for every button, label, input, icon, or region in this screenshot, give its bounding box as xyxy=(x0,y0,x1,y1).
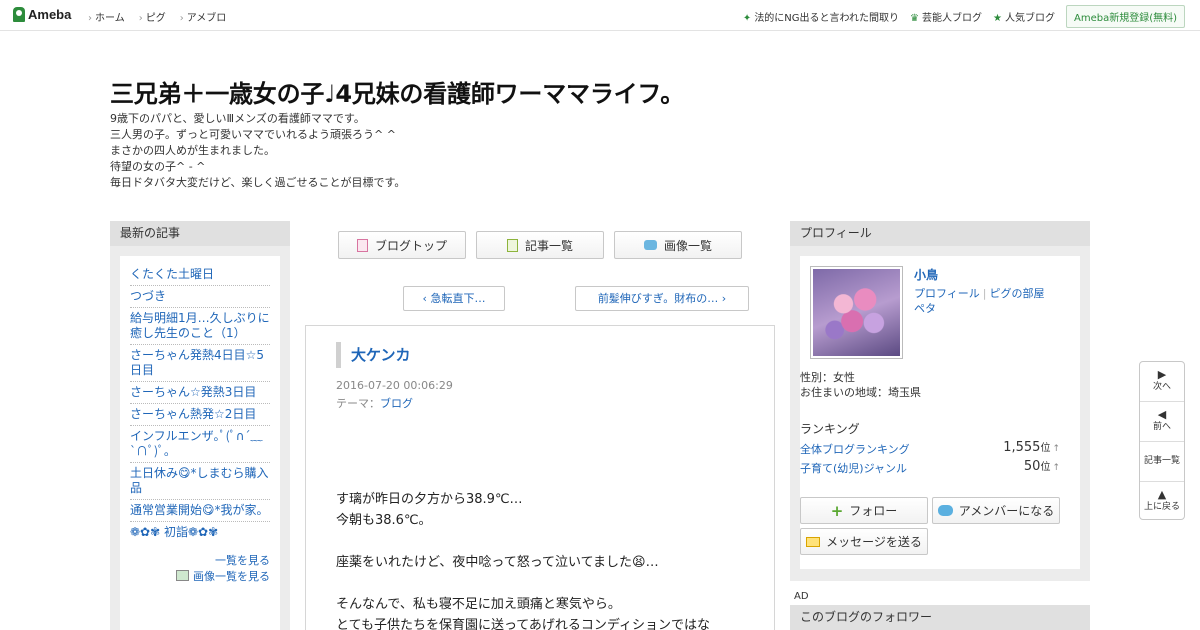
follow-button[interactable]: + フォロー xyxy=(800,497,928,524)
logo-text: Ameba xyxy=(28,7,72,22)
latest-entry[interactable]: 土日休み😋*しまむら購入品 xyxy=(130,463,270,500)
article: 大ケンカ 2016-07-20 00:06:29 テーマ：ブログ す璃が昨日の夕… xyxy=(305,325,775,630)
ranking-row-genre: 子育て(幼児)ジャンル 50位 ↑ xyxy=(800,459,1060,476)
entry-list-button[interactable]: 記事一覧 xyxy=(476,231,604,259)
side-back-to-top-button[interactable]: ▲ 上に戻る xyxy=(1140,482,1184,522)
header-link-celebrity-blog[interactable]: ♛ 芸能人ブログ xyxy=(910,9,982,24)
rank-up-icon: ↑ xyxy=(1052,463,1060,473)
header-link-madori[interactable]: ✦ 法的にNG出ると言われた間取り xyxy=(743,9,899,24)
latest-entries-heading: 最新の記事 xyxy=(110,221,290,246)
profile-heading: プロフィール xyxy=(790,221,1090,246)
nav-pigg[interactable]: ピグ xyxy=(139,9,166,24)
entry-list-link[interactable]: 一覧を見る xyxy=(130,553,270,569)
ranking-row-overall: 全体ブログランキング 1,555位 ↑ xyxy=(800,440,1060,457)
amember-icon xyxy=(937,505,953,516)
latest-entries-more: 一覧を見る 画像一覧を見る xyxy=(130,553,270,585)
amember-button[interactable]: アメンバーになる xyxy=(932,497,1060,524)
latest-entry[interactable]: 給与明細1月…久しぶりに癒し先生のこと（1） xyxy=(130,308,270,345)
triangle-up-icon: ▲ xyxy=(1157,488,1167,501)
triangle-right-icon: ▶ xyxy=(1157,368,1167,381)
profile-region: お住まいの地域：埼玉県 xyxy=(800,386,921,399)
global-header: Ameba ホーム ピグ アメブロ ✦法的にNG出ると言われた間取り ♛芸能人ブ… xyxy=(0,0,1200,31)
blog-top-icon xyxy=(356,238,368,252)
sparkle-icon: ✦ xyxy=(742,13,752,24)
entry-theme: テーマ：ブログ xyxy=(336,397,413,410)
mail-icon xyxy=(806,536,821,547)
entry-date: 2016-07-20 00:06:29 xyxy=(336,379,453,392)
profile-content: 小鳥 プロフィール | ピグの部屋 ペタ 性別：女性 お住まいの地域：埼玉県 ランキ… xyxy=(800,256,1080,569)
image-list-link[interactable]: 画像一覧を見る xyxy=(130,569,270,585)
camera-icon xyxy=(643,240,657,250)
blog-description-text: 9歳下のパパと、愛しいⅢメンズの看護師ママです。 三人男の子。ずっと可愛いママで… xyxy=(110,112,406,189)
floating-side-nav: ▶ 次へ ◀ 前へ 記事一覧 ▲ 上に戻る xyxy=(1139,361,1185,520)
latest-entry[interactable]: インフルエンザ｡ﾟ(ﾟ∩´﹏`∩ﾟ)ﾟ｡ xyxy=(130,426,270,463)
entry-body: す璃が昨日の夕方から38.9℃… 今朝も38.6℃。 座薬をいれたけど、夜中唸っ… xyxy=(336,492,711,630)
next-entry-link[interactable]: 前髪伸びすぎ。財布の… › xyxy=(575,286,749,311)
latest-entry[interactable]: さーちゃん☆発熱3日目 xyxy=(130,382,270,404)
nav-home[interactable]: ホーム xyxy=(88,9,125,24)
image-list-icon xyxy=(176,570,189,581)
global-nav: ホーム ピグ アメブロ xyxy=(88,9,226,24)
profile-links: プロフィール | ピグの部屋 ペタ xyxy=(914,287,1045,315)
avatar-image xyxy=(813,269,900,356)
ad-label: AD xyxy=(794,591,809,602)
global-header-right: ✦ 法的にNG出ると言われた間取り ♛ 芸能人ブログ ★ 人気ブログ Ameba新規登… xyxy=(743,5,1185,28)
entry-list-icon xyxy=(506,238,518,252)
side-next-button[interactable]: ▶ 次へ xyxy=(1140,362,1184,402)
avatar[interactable] xyxy=(810,266,903,359)
ranking-link-genre[interactable]: 子育て(幼児)ジャンル xyxy=(800,462,907,475)
star-icon: ★ xyxy=(993,13,1002,24)
ranking-value-overall: 1,555位 ↑ xyxy=(1003,440,1060,455)
plus-icon: + xyxy=(830,501,844,520)
send-message-button[interactable]: メッセージを送る xyxy=(800,528,928,555)
entry-title[interactable]: 大ケンカ xyxy=(336,342,411,368)
blog-top-button[interactable]: ブログトップ xyxy=(338,231,466,259)
blog-nav-buttons: ブログトップ 記事一覧 画像一覧 xyxy=(338,231,742,259)
image-list-button[interactable]: 画像一覧 xyxy=(614,231,742,259)
ranking-heading: ランキング xyxy=(800,422,860,436)
ameba-logo-icon xyxy=(13,7,25,22)
profile-meta: 性別：女性 お住まいの地域：埼玉県 xyxy=(800,370,921,400)
latest-entry[interactable]: さーちゃん発熱4日目☆5日目 xyxy=(130,345,270,382)
latest-entries-list: くたくた土曜日 つづき 給与明細1月…久しぶりに癒し先生のこと（1） さーちゃん… xyxy=(120,256,280,630)
latest-entry[interactable]: つづき xyxy=(130,286,270,308)
ranking-link-overall[interactable]: 全体ブログランキング xyxy=(800,443,910,456)
side-prev-button[interactable]: ◀ 前へ xyxy=(1140,402,1184,442)
latest-entries-box: 最新の記事 くたくた土曜日 つづき 給与明細1月…久しぶりに癒し先生のこと（1）… xyxy=(110,221,290,630)
rank-up-icon: ↑ xyxy=(1052,444,1060,454)
nav-ameblo[interactable]: アメブロ xyxy=(180,9,227,24)
ranking-value-genre: 50位 ↑ xyxy=(1023,459,1060,474)
profile-gender: 性別：女性 xyxy=(800,371,855,384)
latest-entry[interactable]: さーちゃん熱発☆2日目 xyxy=(130,404,270,426)
header-link-popular-blog[interactable]: ★ 人気ブログ xyxy=(993,9,1055,24)
crown-icon: ♛ xyxy=(910,13,920,24)
chevron-right-icon: › xyxy=(718,292,727,305)
latest-entry[interactable]: ❁✿✾ 初詣❁✿✾ xyxy=(130,522,270,543)
ameba-logo[interactable]: Ameba xyxy=(13,7,71,22)
profile-link[interactable]: プロフィール xyxy=(914,287,980,300)
entry-theme-link[interactable]: ブログ xyxy=(380,397,413,410)
profile-name[interactable]: 小鳥 xyxy=(914,266,938,283)
latest-entry[interactable]: くたくた土曜日 xyxy=(130,264,270,286)
triangle-left-icon: ◀ xyxy=(1157,408,1167,421)
peta-link[interactable]: ペタ xyxy=(914,302,936,315)
prev-entry-link[interactable]: ‹ 急転直下… xyxy=(403,286,505,311)
profile-box: プロフィール 小鳥 プロフィール | ピグの部屋 ペタ 性別：女性 お住まいの地域：… xyxy=(790,221,1090,581)
latest-entry[interactable]: 通常営業開始😋*我が家。 xyxy=(130,500,270,522)
blog-description: 9歳下のパパと、愛しいⅢメンズの看護師ママです。 三人男の子。ずっと可愛いママで… xyxy=(110,111,405,191)
side-entry-list-button[interactable]: 記事一覧 xyxy=(1140,442,1184,482)
followers-heading: このブログのフォロワー xyxy=(790,605,1090,630)
pigg-room-link[interactable]: ピグの部屋 xyxy=(990,287,1045,300)
blog-title[interactable]: 三兄弟＋一歳女の子♩4兄妹の看護師ワーママライフ。 xyxy=(110,74,684,109)
signup-button[interactable]: Ameba新規登録(無料) xyxy=(1065,5,1185,28)
